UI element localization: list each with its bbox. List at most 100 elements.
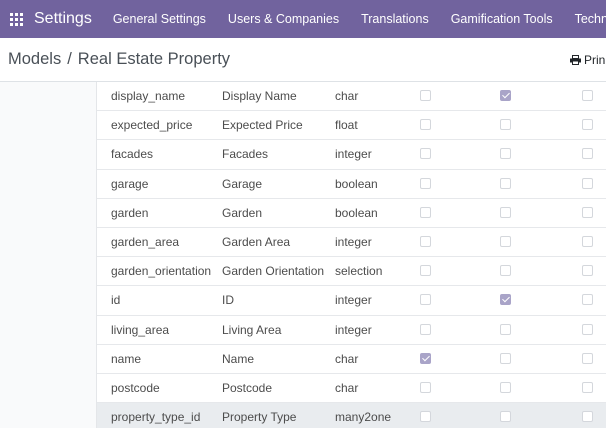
printer-icon [570, 55, 581, 65]
field-type-cell: integer [335, 322, 372, 337]
indexed-checkbox[interactable] [582, 323, 593, 335]
table-row[interactable]: property_type_id Property Type many2one [97, 403, 606, 428]
required-checkbox[interactable] [420, 411, 431, 423]
required-checkbox[interactable] [420, 119, 431, 131]
indexed-checkbox[interactable] [582, 177, 593, 189]
field-type-cell: boolean [335, 205, 378, 220]
readonly-checkbox[interactable] [500, 294, 511, 306]
field-type-cell: integer [335, 235, 372, 250]
apps-menu-icon[interactable] [10, 12, 23, 26]
table-row[interactable]: living_area Living Area integer [97, 316, 606, 345]
fields-list: display_name Display Name char expected_pri… [96, 82, 606, 428]
field-name-cell: garden_area [111, 235, 180, 250]
required-checkbox[interactable] [420, 148, 431, 160]
required-checkbox[interactable] [420, 236, 431, 248]
indexed-checkbox[interactable] [582, 294, 593, 306]
indexed-checkbox[interactable] [582, 382, 593, 394]
field-name-cell: garden_orientation [111, 264, 212, 279]
field-type-cell: selection [335, 264, 383, 279]
required-checkbox[interactable] [420, 177, 431, 189]
field-description-cell: Display Name [222, 89, 297, 104]
menu-gamification-tools[interactable]: Gamification Tools [451, 12, 553, 26]
field-name-cell: property_type_id [111, 410, 201, 425]
top-navbar: Settings General Settings Users & Compan… [0, 0, 606, 38]
readonly-checkbox[interactable] [500, 236, 511, 248]
field-name-cell: id [111, 293, 121, 308]
field-type-cell: boolean [335, 176, 378, 191]
field-name-cell: living_area [111, 322, 170, 337]
field-name-cell: expected_price [111, 118, 193, 133]
menu-users-companies[interactable]: Users & Companies [228, 12, 339, 26]
field-name-cell: postcode [111, 381, 160, 396]
field-description-cell: Expected Price [222, 118, 303, 133]
field-name-cell: garage [111, 176, 149, 191]
indexed-checkbox[interactable] [582, 119, 593, 131]
required-checkbox[interactable] [420, 382, 431, 394]
breadcrumb-models-link[interactable]: Models [8, 50, 61, 68]
field-type-cell: char [335, 351, 359, 366]
table-row[interactable]: garage Garage boolean [97, 170, 606, 199]
readonly-checkbox[interactable] [500, 382, 511, 394]
app-brand[interactable]: Settings [34, 10, 92, 28]
field-description-cell: Garden Area [222, 235, 291, 250]
field-description-cell: Garage [222, 176, 263, 191]
field-description-cell: Garden [222, 205, 263, 220]
field-name-cell: name [111, 351, 142, 366]
field-type-cell: many2one [335, 410, 392, 425]
print-button[interactable]: Prin [570, 53, 605, 67]
table-row[interactable]: garden Garden boolean [97, 199, 606, 228]
readonly-checkbox[interactable] [500, 177, 511, 189]
readonly-checkbox[interactable] [500, 90, 511, 102]
readonly-checkbox[interactable] [500, 352, 511, 364]
required-checkbox[interactable] [420, 265, 431, 277]
readonly-checkbox[interactable] [500, 206, 511, 218]
table-row[interactable]: id ID integer [97, 286, 606, 316]
readonly-checkbox[interactable] [500, 265, 511, 277]
control-panel: Models / Real Estate Property Prin [0, 38, 606, 82]
menu-general-settings[interactable]: General Settings [113, 12, 206, 26]
field-type-cell: char [335, 381, 359, 396]
indexed-checkbox[interactable] [582, 236, 593, 248]
readonly-checkbox[interactable] [500, 411, 511, 423]
readonly-checkbox[interactable] [500, 323, 511, 335]
field-description-cell: Name [222, 351, 255, 366]
breadcrumb-current: Real Estate Property [77, 50, 231, 68]
field-name-cell: facades [111, 147, 154, 162]
indexed-checkbox[interactable] [582, 411, 593, 423]
required-checkbox[interactable] [420, 352, 431, 364]
menu-translations[interactable]: Translations [361, 12, 429, 26]
field-description-cell: Facades [222, 147, 269, 162]
required-checkbox[interactable] [420, 323, 431, 335]
table-row[interactable]: postcode Postcode char [97, 374, 606, 404]
required-checkbox[interactable] [420, 294, 431, 306]
readonly-checkbox[interactable] [500, 119, 511, 131]
table-row[interactable]: name Name char [97, 345, 606, 374]
required-checkbox[interactable] [420, 90, 431, 102]
menu-technical[interactable]: Technical [575, 12, 606, 26]
indexed-checkbox[interactable] [582, 148, 593, 160]
field-type-cell: char [335, 89, 359, 104]
required-checkbox[interactable] [420, 206, 431, 218]
print-button-label: Prin [584, 53, 606, 67]
field-description-cell: Garden Orientation [222, 264, 325, 279]
field-name-cell: display_name [111, 89, 186, 104]
field-type-cell: float [335, 118, 358, 133]
indexed-checkbox[interactable] [582, 206, 593, 218]
indexed-checkbox[interactable] [582, 352, 593, 364]
readonly-checkbox[interactable] [500, 148, 511, 160]
field-type-cell: integer [335, 293, 372, 308]
indexed-checkbox[interactable] [582, 265, 593, 277]
breadcrumb: Models / Real Estate Property [8, 50, 230, 69]
indexed-checkbox[interactable] [582, 90, 593, 102]
field-name-cell: garden [111, 205, 149, 220]
breadcrumb-separator: / [67, 50, 72, 68]
field-type-cell: integer [335, 147, 372, 162]
table-row[interactable]: display_name Display Name char [97, 82, 606, 112]
field-description-cell: Living Area [222, 322, 282, 337]
table-row[interactable]: garden_area Garden Area integer [97, 228, 606, 258]
table-row[interactable]: garden_orientation Garden Orientation sele… [97, 257, 606, 287]
field-description-cell: Postcode [222, 381, 273, 396]
table-row[interactable]: facades Facades integer [97, 140, 606, 170]
field-description-cell: Property Type [222, 410, 297, 425]
table-row[interactable]: expected_price Expected Price float [97, 111, 606, 141]
